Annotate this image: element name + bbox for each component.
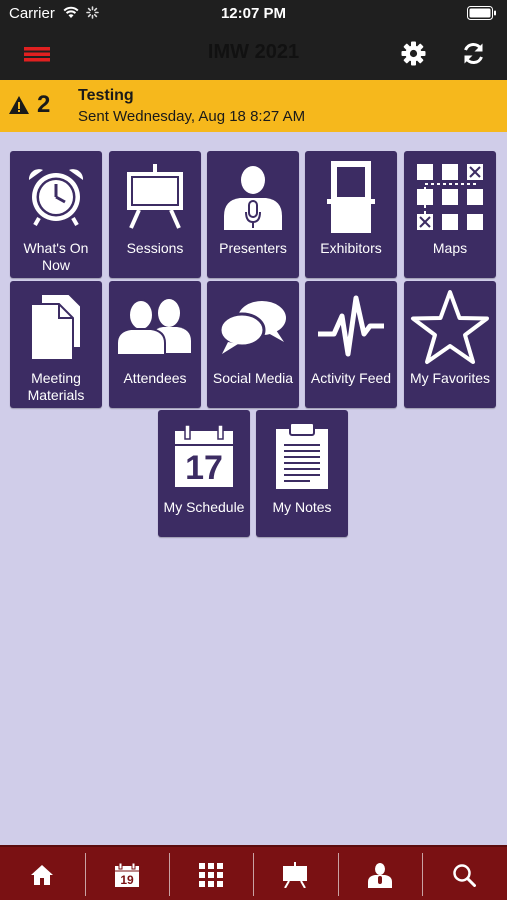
booth-icon xyxy=(327,161,375,233)
tile-label: My Favorites xyxy=(409,370,491,386)
gear-icon[interactable] xyxy=(400,40,427,67)
tile-attendees[interactable]: Attendees xyxy=(109,281,201,408)
tile-my-notes[interactable]: My Notes xyxy=(256,410,348,537)
tile-label: Meeting xyxy=(31,370,81,386)
calendar-icon: 17 xyxy=(175,424,233,487)
tile-meeting-materials[interactable]: Meeting Materials xyxy=(10,281,102,408)
search-icon xyxy=(453,863,476,887)
warning-icon xyxy=(9,96,29,114)
tile-label: Attendees xyxy=(123,370,187,386)
tile-sessions[interactable]: Sessions xyxy=(109,151,201,278)
tile-label: Sessions xyxy=(126,240,184,256)
tile-label: Presenters xyxy=(219,240,287,256)
easel-board-icon xyxy=(127,164,183,229)
alert-title: Testing xyxy=(78,87,134,104)
tile-label: Maps xyxy=(432,240,468,256)
tile-my-favorites[interactable]: My Favorites xyxy=(404,281,496,408)
bottom-tab-bar: 19 xyxy=(0,845,507,900)
grid-icon xyxy=(199,862,223,887)
status-time: 12:07 PM xyxy=(220,5,287,22)
tile-whats-on-now[interactable]: What's On Now xyxy=(10,151,102,278)
documents-icon xyxy=(30,293,82,361)
status-bar: Carrier 12:07 PM xyxy=(0,0,507,28)
notepad-icon xyxy=(276,422,328,489)
tile-label: Exhibitors xyxy=(320,240,382,256)
tile-label: Activity Feed xyxy=(310,370,392,386)
easel-board-icon xyxy=(283,861,307,888)
tile-presenters[interactable]: Presenters xyxy=(207,151,299,278)
tab-home[interactable] xyxy=(0,847,84,900)
tile-social-media[interactable]: Social Media xyxy=(207,281,299,408)
tile-label: My Schedule xyxy=(163,499,245,515)
battery-icon xyxy=(467,6,496,20)
tile-my-schedule[interactable]: 17 My Schedule xyxy=(158,410,250,537)
tile-activity-feed[interactable]: Activity Feed xyxy=(305,281,397,408)
tab-presenters[interactable] xyxy=(338,847,422,900)
map-grid-icon xyxy=(417,164,483,230)
people-icon xyxy=(116,299,191,356)
tile-label: My Notes xyxy=(272,499,332,515)
tile-exhibitors[interactable]: Exhibitors xyxy=(305,151,397,278)
home-icon xyxy=(31,864,53,885)
alert-banner[interactable]: 2 Testing Sent Wednesday, Aug 18 8:27 AM xyxy=(0,80,507,132)
calendar-icon: 19 xyxy=(115,862,139,887)
tile-label-line2: Materials xyxy=(27,387,85,403)
star-icon xyxy=(411,290,489,364)
presenter-icon xyxy=(368,862,392,888)
tab-search[interactable] xyxy=(422,847,506,900)
alert-subtitle: Sent Wednesday, Aug 18 8:27 AM xyxy=(78,108,306,125)
alert-count: 2 xyxy=(37,91,51,118)
pulse-icon xyxy=(318,295,384,357)
tab-schedule[interactable]: 19 xyxy=(85,847,169,900)
tile-maps[interactable]: Maps xyxy=(404,151,496,278)
app-header: IMW 2021 xyxy=(0,28,507,80)
tab-grid[interactable] xyxy=(169,847,253,900)
tile-label: Social Media xyxy=(212,370,294,386)
tab-calendar-day: 19 xyxy=(120,873,134,887)
alarm-clock-icon xyxy=(28,169,84,226)
presenter-microphone-icon xyxy=(224,166,282,230)
refresh-icon[interactable] xyxy=(460,40,487,67)
tile-label: What's On xyxy=(23,240,89,256)
chat-bubbles-icon xyxy=(218,301,286,354)
tab-sessions[interactable] xyxy=(253,847,337,900)
app-title: IMW 2021 xyxy=(207,41,300,63)
tile-label-line2: Now xyxy=(41,257,70,273)
calendar-day: 17 xyxy=(185,449,223,487)
